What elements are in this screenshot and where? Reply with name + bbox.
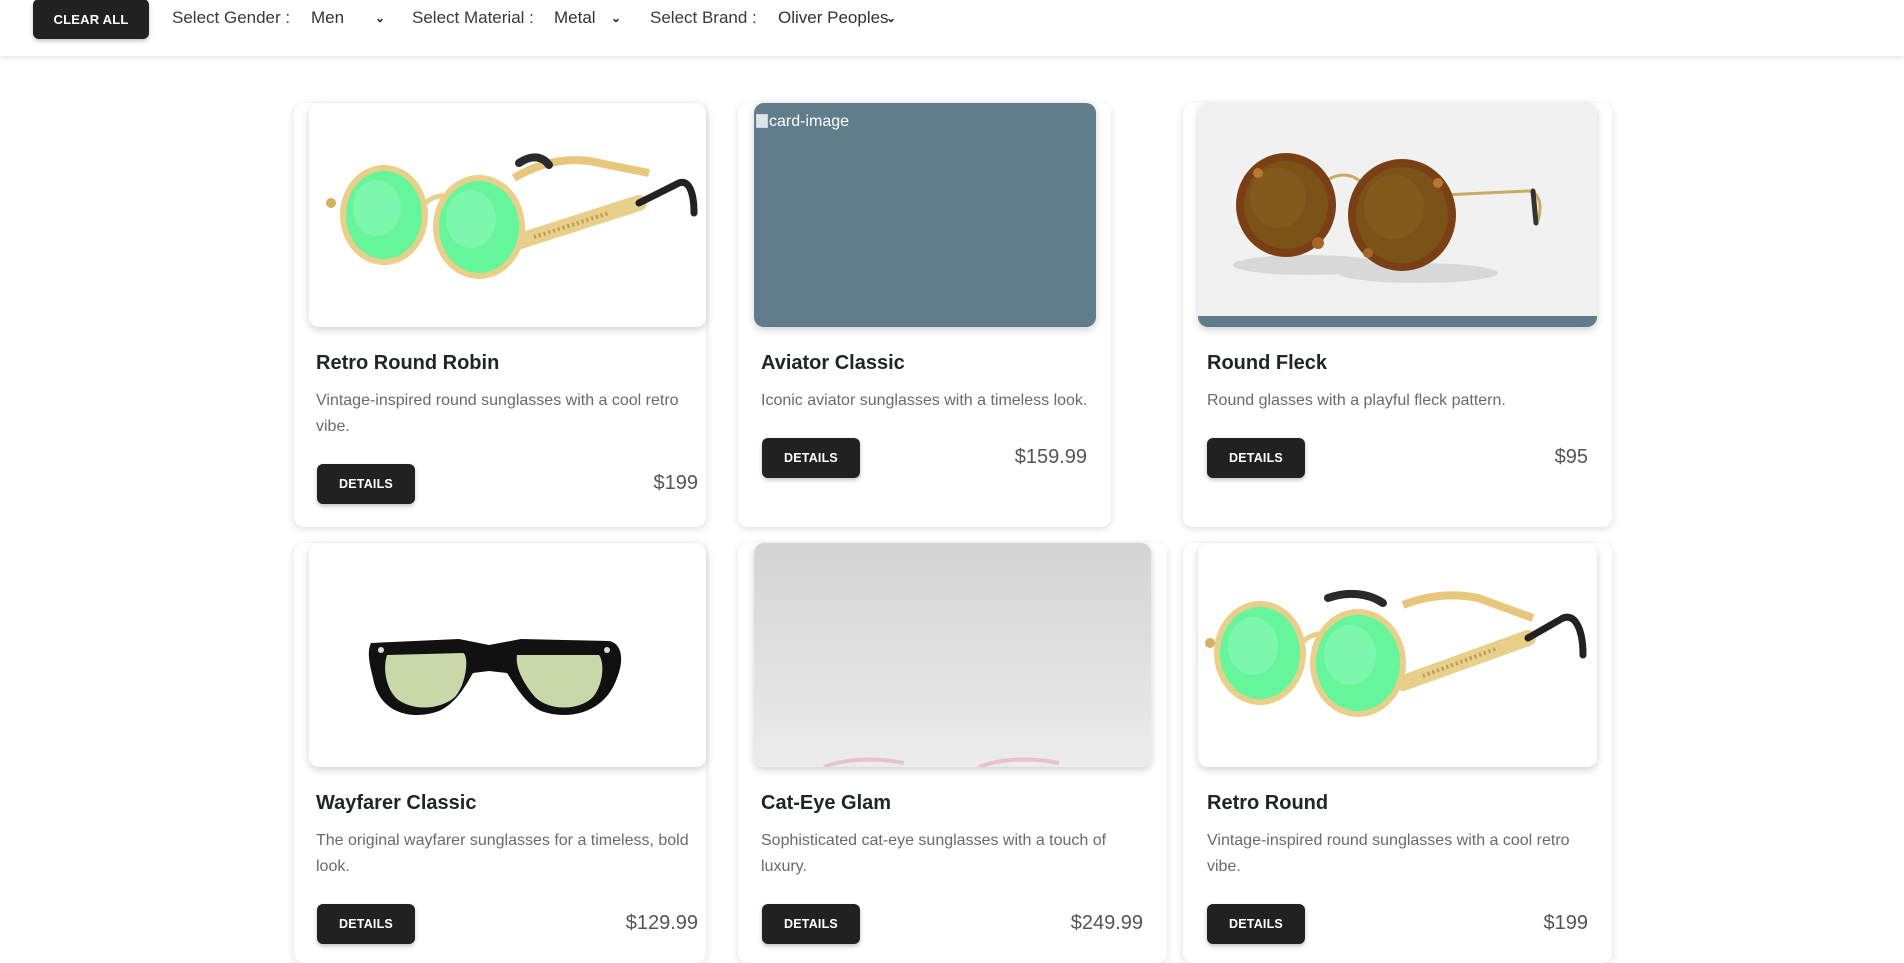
- brand-filter-label: Select Brand :: [650, 8, 757, 27]
- product-card: Retro Round Vintage-inspired round sungl…: [1183, 543, 1612, 963]
- product-description: Iconic aviator sunglasses with a timeles…: [761, 392, 1088, 409]
- steampunk-sunglasses-image: [1198, 543, 1597, 767]
- product-image: [1198, 543, 1597, 767]
- chevron-down-icon: ⌄: [886, 11, 897, 25]
- gender-select-value: Men: [311, 8, 345, 27]
- details-button[interactable]: DETAILS: [762, 904, 860, 944]
- details-button[interactable]: DETAILS: [1207, 904, 1305, 944]
- material-select[interactable]: Metal ⌄: [554, 8, 624, 28]
- product-title: Round Fleck: [1207, 352, 1328, 374]
- product-price: $95: [1554, 446, 1588, 468]
- product-price: $159.99: [1014, 446, 1087, 468]
- material-select-value: Metal: [554, 8, 596, 27]
- details-button[interactable]: DETAILS: [1207, 438, 1305, 478]
- product-image: [309, 103, 706, 327]
- product-price: $249.99: [1070, 912, 1143, 934]
- product-image: [754, 543, 1151, 767]
- product-card: Wayfarer Classic The original wayfarer s…: [294, 543, 706, 963]
- product-title: Retro Round: [1207, 792, 1329, 814]
- clear-all-button[interactable]: CLEAR ALL: [33, 0, 149, 39]
- product-price: $199: [1543, 912, 1589, 934]
- product-card: card-image Aviator Classic Iconic aviato…: [738, 103, 1111, 527]
- image-alt-text: card-image: [769, 113, 850, 130]
- product-title: Retro Round Robin: [316, 352, 500, 374]
- product-price: $199: [653, 472, 699, 494]
- product-title: Cat-Eye Glam: [761, 792, 892, 814]
- details-button[interactable]: DETAILS: [317, 904, 415, 944]
- steampunk-sunglasses-image: [309, 103, 706, 327]
- broken-image-icon: [756, 114, 768, 128]
- product-description: Sophisticated cat-eye sunglasses with a …: [761, 832, 1107, 875]
- product-description: The original wayfarer sunglasses for a t…: [316, 832, 689, 875]
- product-image: [309, 543, 706, 767]
- product-title: Aviator Classic: [761, 352, 905, 374]
- product-image: card-image: [754, 103, 1096, 327]
- gender-filter-label: Select Gender :: [172, 8, 291, 27]
- product-card: Round Fleck Round glasses with a playful…: [1183, 103, 1612, 527]
- material-filter-label: Select Material :: [412, 8, 534, 27]
- tortoise-sunglasses-image: [1198, 103, 1597, 327]
- product-image: [1198, 103, 1597, 327]
- details-button[interactable]: DETAILS: [762, 438, 860, 478]
- product-card: Cat-Eye Glam Sophisticated cat-eye sungl…: [738, 543, 1167, 963]
- product-title: Wayfarer Classic: [316, 792, 477, 814]
- chevron-down-icon: ⌄: [375, 11, 386, 25]
- brand-select[interactable]: Oliver Peoples ⌄: [778, 8, 898, 28]
- product-description: Round glasses with a playful fleck patte…: [1207, 392, 1506, 409]
- details-button[interactable]: DETAILS: [317, 464, 415, 504]
- filter-bar: CLEAR ALL Select Gender : Men ⌄ Select M…: [0, 0, 1904, 56]
- chevron-down-icon: ⌄: [611, 11, 622, 25]
- product-price: $129.99: [625, 912, 698, 934]
- cat-eye-sunglasses-image: [754, 543, 1151, 767]
- gender-select[interactable]: Men ⌄: [311, 8, 387, 28]
- wayfarer-sunglasses-image: [309, 543, 706, 767]
- product-description: Vintage-inspired round sunglasses with a…: [1207, 832, 1570, 875]
- product-card: Retro Round Robin Vintage-inspired round…: [294, 103, 706, 527]
- broken-image-alt: card-image: [756, 113, 849, 131]
- product-description: Vintage-inspired round sunglasses with a…: [316, 392, 679, 435]
- brand-select-value: Oliver Peoples: [778, 8, 889, 27]
